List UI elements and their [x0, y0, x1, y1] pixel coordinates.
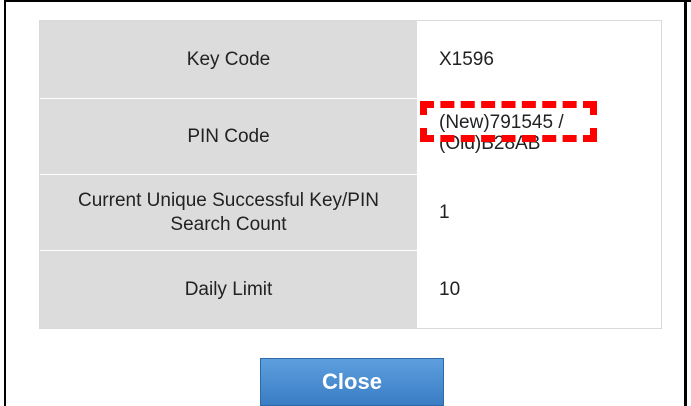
pin-code-value-cell: (New)791545 / (Old)B28AB [418, 99, 661, 174]
key-info-table: Key Code X1596 PIN Code (New)791545 / (O… [39, 20, 662, 329]
search-count-label: Current Unique Successful Key/PIN Search… [40, 175, 418, 250]
dialog-left-border [4, 0, 6, 406]
pin-code-value: (New)791545 / (Old)B28AB [439, 112, 609, 156]
dialog-frame: Key Code X1596 PIN Code (New)791545 / (O… [0, 0, 691, 406]
dialog-right-border [684, 0, 687, 406]
pin-code-label: PIN Code [40, 99, 418, 174]
daily-limit-value: 10 [418, 251, 661, 328]
daily-limit-label: Daily Limit [40, 251, 418, 328]
pin-code-old: (Old)B28AB [439, 133, 541, 154]
pin-code-new: (New)791545 / [439, 112, 564, 133]
key-code-label: Key Code [40, 21, 418, 98]
table-row-search-count: Current Unique Successful Key/PIN Search… [40, 175, 661, 251]
table-row-key-code: Key Code X1596 [40, 21, 661, 99]
close-button[interactable]: Close [260, 358, 444, 406]
table-row-daily-limit: Daily Limit 10 [40, 251, 661, 328]
table-row-pin-code: PIN Code (New)791545 / (Old)B28AB [40, 99, 661, 175]
key-code-value: X1596 [418, 21, 661, 98]
search-count-value: 1 [418, 175, 661, 250]
dialog-top-border [4, 0, 691, 2]
